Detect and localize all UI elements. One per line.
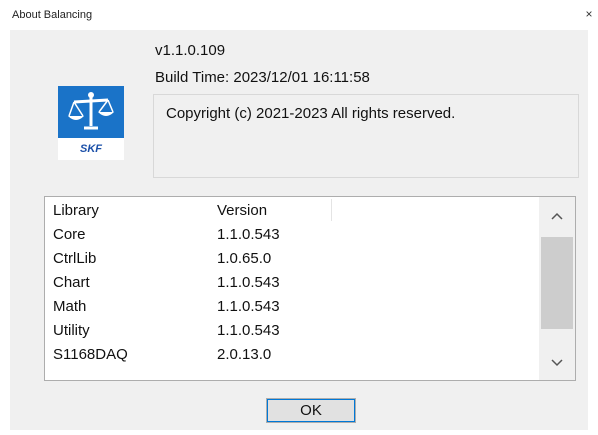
- list-item[interactable]: Utility 1.1.0.543: [45, 322, 535, 346]
- app-logo: SKF: [58, 86, 124, 160]
- library-name: Core: [53, 226, 86, 243]
- library-name: S1168DAQ: [53, 346, 128, 363]
- library-name: Utility: [53, 322, 90, 339]
- brand-logo-text: SKF: [80, 143, 102, 155]
- scroll-down-button[interactable]: [539, 344, 575, 380]
- library-version: 1.1.0.543: [217, 322, 280, 339]
- library-list[interactable]: Library Version Core 1.1.0.543 CtrlLib 1…: [44, 196, 576, 381]
- column-header-library: Library: [53, 202, 99, 219]
- copyright-panel: Copyright (c) 2021-2023 All rights reser…: [153, 94, 579, 178]
- library-version: 1.0.65.0: [217, 250, 272, 267]
- library-name: CtrlLib: [53, 250, 97, 267]
- library-version: 1.1.0.543: [217, 298, 280, 315]
- ok-button[interactable]: OK: [266, 398, 356, 423]
- scroll-thumb[interactable]: [541, 237, 573, 329]
- list-item[interactable]: Core 1.1.0.543: [45, 226, 535, 250]
- scale-balance-icon: [58, 86, 124, 138]
- about-dialog: About Balancing × SKF v1.1.0.109 Build T…: [0, 0, 598, 435]
- copyright-label: Copyright (c) 2021-2023 All rights reser…: [166, 105, 456, 122]
- window-title: About Balancing: [12, 9, 93, 21]
- build-time-label: Build Time: 2023/12/01 16:11:58: [155, 69, 370, 86]
- column-header-version: Version: [217, 202, 268, 219]
- library-name: Chart: [53, 274, 90, 291]
- list-item[interactable]: S1168DAQ 2.0.13.0: [45, 346, 535, 370]
- version-label: v1.1.0.109: [155, 42, 226, 59]
- chevron-down-icon: [551, 359, 563, 366]
- library-name: Math: [53, 298, 87, 315]
- list-item[interactable]: Chart 1.1.0.543: [45, 274, 535, 298]
- column-divider: [331, 199, 332, 221]
- vertical-scrollbar[interactable]: [539, 197, 575, 380]
- title-bar[interactable]: About Balancing ×: [0, 0, 598, 30]
- scroll-up-button[interactable]: [539, 197, 575, 233]
- list-header: Library Version: [45, 197, 535, 223]
- library-version: 1.1.0.543: [217, 274, 280, 291]
- library-version: 2.0.13.0: [217, 346, 272, 363]
- list-item[interactable]: Math 1.1.0.543: [45, 298, 535, 322]
- list-item[interactable]: CtrlLib 1.0.65.0: [45, 250, 535, 274]
- close-button[interactable]: ×: [582, 6, 596, 22]
- chevron-up-icon: [551, 212, 563, 220]
- library-version: 1.1.0.543: [217, 226, 280, 243]
